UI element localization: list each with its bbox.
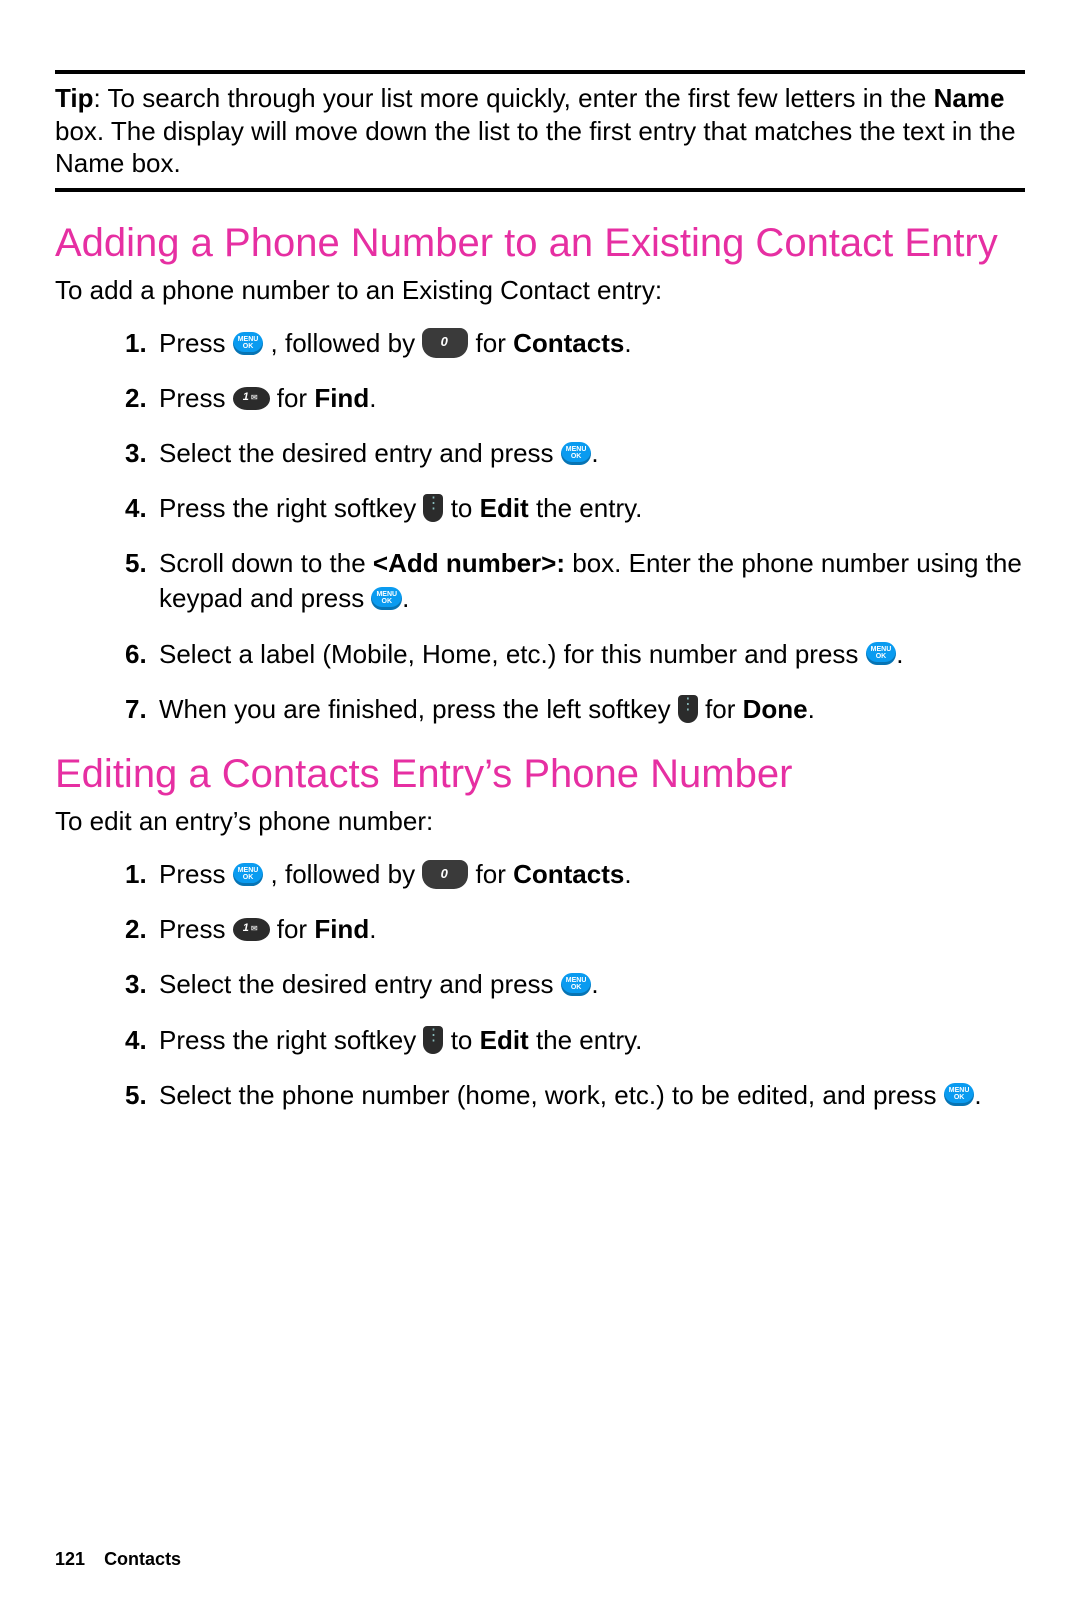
step-text: Select a label (Mobile, Home, etc.) for … bbox=[159, 639, 866, 669]
footer-section: Contacts bbox=[104, 1549, 181, 1569]
step-text: Press bbox=[159, 859, 233, 889]
step-number: 4. bbox=[125, 1023, 147, 1058]
step: 5. Select the phone number (home, work, … bbox=[125, 1078, 1025, 1113]
menu-ok-key-icon: MENUOK bbox=[561, 442, 592, 465]
menu-ok-key-icon: MENUOK bbox=[233, 332, 264, 355]
step-text: for bbox=[705, 694, 743, 724]
step-text: Press the right softkey bbox=[159, 493, 423, 523]
step-text: . bbox=[591, 438, 598, 468]
step-number: 5. bbox=[125, 546, 147, 581]
step-bold: Done bbox=[743, 694, 808, 724]
step-text: . bbox=[624, 859, 631, 889]
step-bold: Edit bbox=[480, 493, 529, 523]
step-bold: Find bbox=[314, 383, 369, 413]
step: 3. Select the desired entry and press ME… bbox=[125, 967, 1025, 1002]
heading-add-number: Adding a Phone Number to an Existing Con… bbox=[55, 220, 1025, 266]
page-number: 121 bbox=[55, 1549, 85, 1569]
step-text: . bbox=[808, 694, 815, 724]
step-number: 1. bbox=[125, 326, 147, 361]
step: 1. Press MENUOK , followed by for Contac… bbox=[125, 857, 1025, 892]
step-text: Select the desired entry and press bbox=[159, 438, 561, 468]
page-footer: 121 Contacts bbox=[55, 1548, 181, 1571]
step: 4. Press the right softkey to Edit the e… bbox=[125, 491, 1025, 526]
steps-add-number: 1. Press MENUOK , followed by for Contac… bbox=[55, 326, 1025, 727]
step-text: . bbox=[402, 583, 409, 613]
right-softkey-icon bbox=[423, 494, 443, 522]
one-key-icon: 1 bbox=[233, 387, 270, 410]
zero-key-icon bbox=[422, 860, 468, 890]
menu-ok-key-icon: MENUOK bbox=[561, 973, 592, 996]
step-text: , followed by bbox=[271, 328, 423, 358]
step-bold: <Add number>: bbox=[373, 548, 565, 578]
step: 7. When you are finished, press the left… bbox=[125, 692, 1025, 727]
step: 2. Press 1 for Find. bbox=[125, 912, 1025, 947]
step-number: 3. bbox=[125, 436, 147, 471]
menu-ok-key-icon: MENUOK bbox=[866, 642, 897, 665]
step-number: 4. bbox=[125, 491, 147, 526]
step: 4. Press the right softkey to Edit the e… bbox=[125, 1023, 1025, 1058]
step-number: 6. bbox=[125, 637, 147, 672]
step-text: . bbox=[974, 1080, 981, 1110]
step-number: 2. bbox=[125, 381, 147, 416]
step-number: 1. bbox=[125, 857, 147, 892]
step-number: 3. bbox=[125, 967, 147, 1002]
menu-ok-key-icon: MENUOK bbox=[944, 1083, 975, 1106]
menu-ok-key-icon: MENUOK bbox=[371, 587, 402, 610]
step-text: for bbox=[277, 914, 315, 944]
step-text: the entry. bbox=[529, 493, 643, 523]
tip-text-a: : To search through your list more quick… bbox=[94, 83, 934, 113]
step: 5. Scroll down to the <Add number>: box.… bbox=[125, 546, 1025, 616]
step-number: 2. bbox=[125, 912, 147, 947]
step-text: for bbox=[476, 859, 514, 889]
step-text: When you are finished, press the left so… bbox=[159, 694, 678, 724]
tip-box: Tip: To search through your list more qu… bbox=[55, 70, 1025, 192]
step-text: for bbox=[476, 328, 514, 358]
step-bold: Find bbox=[314, 914, 369, 944]
heading-edit-number: Editing a Contacts Entry’s Phone Number bbox=[55, 751, 1025, 797]
intro-add-number: To add a phone number to an Existing Con… bbox=[55, 274, 1025, 307]
step-text: . bbox=[896, 639, 903, 669]
step-text: Scroll down to the bbox=[159, 548, 373, 578]
step: 2. Press 1 for Find. bbox=[125, 381, 1025, 416]
step-text: Select the phone number (home, work, etc… bbox=[159, 1080, 944, 1110]
tip-label: Tip bbox=[55, 83, 94, 113]
step-text: Press the right softkey bbox=[159, 1025, 423, 1055]
step-text: Select the desired entry and press bbox=[159, 969, 561, 999]
step-text: Press bbox=[159, 328, 233, 358]
step-number: 5. bbox=[125, 1078, 147, 1113]
step-text: to bbox=[451, 1025, 480, 1055]
step-text: the entry. bbox=[529, 1025, 643, 1055]
step-number: 7. bbox=[125, 692, 147, 727]
step: 6. Select a label (Mobile, Home, etc.) f… bbox=[125, 637, 1025, 672]
step-text: Press bbox=[159, 383, 233, 413]
step-bold: Contacts bbox=[513, 859, 624, 889]
intro-edit-number: To edit an entry’s phone number: bbox=[55, 805, 1025, 838]
menu-ok-key-icon: MENUOK bbox=[233, 863, 264, 886]
step-text: . bbox=[369, 383, 376, 413]
step-text: Press bbox=[159, 914, 233, 944]
step-text: to bbox=[451, 493, 480, 523]
left-softkey-icon bbox=[678, 695, 698, 723]
steps-edit-number: 1. Press MENUOK , followed by for Contac… bbox=[55, 857, 1025, 1112]
step-text: . bbox=[591, 969, 598, 999]
tip-bold-name: Name bbox=[934, 83, 1005, 113]
step-bold: Edit bbox=[480, 1025, 529, 1055]
step-bold: Contacts bbox=[513, 328, 624, 358]
step-text: . bbox=[369, 914, 376, 944]
tip-text-b: box. The display will move down the list… bbox=[55, 116, 1016, 179]
step-text: for bbox=[277, 383, 315, 413]
step-text: . bbox=[624, 328, 631, 358]
step-text: , followed by bbox=[271, 859, 423, 889]
step: 3. Select the desired entry and press ME… bbox=[125, 436, 1025, 471]
step: 1. Press MENUOK , followed by for Contac… bbox=[125, 326, 1025, 361]
one-key-icon: 1 bbox=[233, 918, 270, 941]
zero-key-icon bbox=[422, 328, 468, 358]
right-softkey-icon bbox=[423, 1026, 443, 1054]
